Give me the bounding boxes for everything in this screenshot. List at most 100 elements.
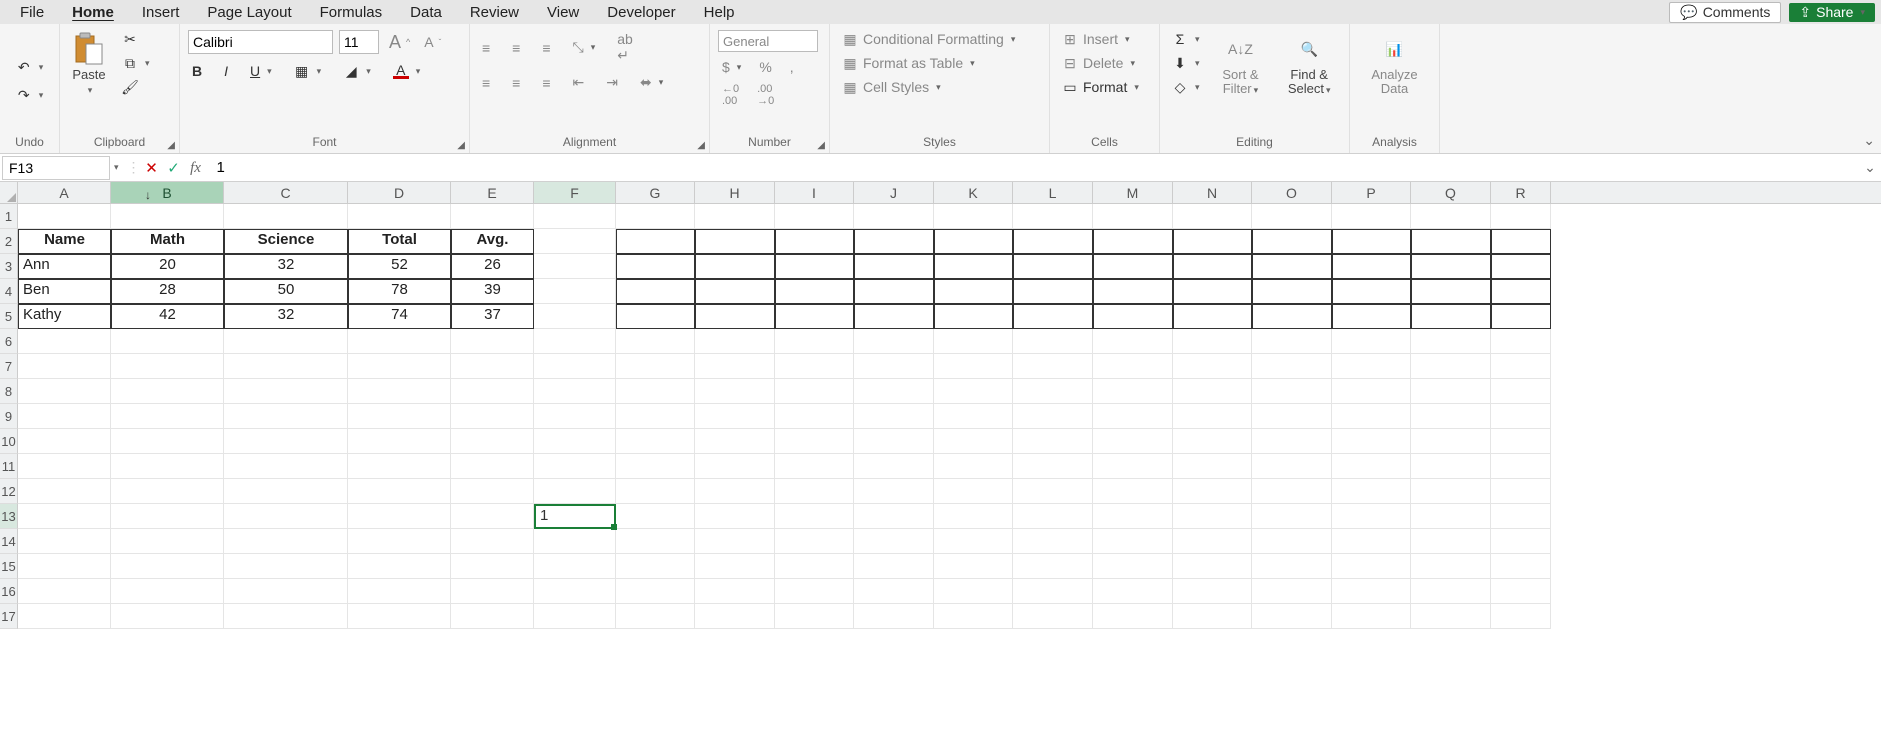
chevron-down-icon[interactable]: ▾ — [1195, 34, 1200, 45]
chevron-down-icon[interactable]: ▾ — [737, 62, 742, 73]
increase-decimal-button[interactable]: ←0.00 — [718, 82, 743, 108]
align-left-button[interactable]: ≡ — [478, 74, 494, 92]
align-right-button[interactable]: ≡ — [538, 74, 554, 92]
font-name-input[interactable] — [188, 30, 333, 54]
col-header-N[interactable]: N — [1173, 182, 1252, 203]
chevron-down-icon[interactable]: ▾ — [39, 62, 44, 73]
font-size-input[interactable] — [339, 30, 379, 54]
increase-indent-button[interactable]: ⇥ — [602, 73, 622, 92]
chevron-down-icon[interactable]: ▾ — [145, 58, 150, 69]
menu-review[interactable]: Review — [456, 2, 533, 23]
row-header-2[interactable]: 2 — [0, 229, 18, 254]
row-header-3[interactable]: 3 — [0, 254, 18, 279]
chevron-down-icon[interactable]: ▾ — [366, 66, 371, 77]
col-header-P[interactable]: P — [1332, 182, 1411, 203]
row-header-6[interactable]: 6 — [0, 329, 18, 354]
ribbon-collapse-button[interactable]: ⌄ — [1863, 132, 1875, 149]
cell-science[interactable]: 32 — [224, 254, 348, 279]
fill-color-button[interactable]: ◢▾ — [339, 62, 375, 80]
cell-name[interactable]: Ann — [18, 254, 111, 279]
decrease-indent-button[interactable]: ⇤ — [569, 73, 589, 92]
cut-button[interactable]: ✂ — [118, 30, 154, 48]
chevron-down-icon[interactable]: ▾ — [591, 42, 596, 53]
row-header-5[interactable]: 5 — [0, 304, 18, 329]
th-avg[interactable]: Avg. — [451, 229, 534, 254]
col-header-L[interactable]: L — [1013, 182, 1093, 203]
chevron-down-icon[interactable]: ▾ — [1326, 85, 1331, 95]
wrap-text-button[interactable]: ab↵ — [613, 30, 637, 65]
col-header-C[interactable]: C — [224, 182, 348, 203]
number-launcher[interactable]: ◢ — [817, 140, 825, 151]
analyze-data-button[interactable]: 📊 Analyze Data — [1358, 30, 1431, 99]
decrease-decimal-button[interactable]: .00→0 — [753, 82, 778, 108]
chevron-down-icon[interactable]: ▾ — [1125, 34, 1130, 45]
align-center-button[interactable]: ≡ — [508, 74, 524, 92]
col-header-H[interactable]: H — [695, 182, 775, 203]
undo-button[interactable]: ↶▾ — [12, 59, 48, 77]
menu-help[interactable]: Help — [690, 2, 749, 23]
row-header-17[interactable]: 17 — [0, 604, 18, 629]
chevron-down-icon[interactable]: ▾ — [1130, 58, 1135, 69]
th-total[interactable]: Total — [348, 229, 451, 254]
menu-insert[interactable]: Insert — [128, 2, 194, 23]
row-header-10[interactable]: 10 — [0, 429, 18, 454]
row-header-12[interactable]: 12 — [0, 479, 18, 504]
row-header-11[interactable]: 11 — [0, 454, 18, 479]
chevron-down-icon[interactable]: ▾ — [1254, 85, 1259, 95]
row-header-7[interactable]: 7 — [0, 354, 18, 379]
sort-filter-button[interactable]: A↓Z Sort & Filter▾ — [1212, 30, 1270, 99]
align-top-button[interactable]: ≡ — [478, 39, 494, 57]
cell-science[interactable]: 32 — [224, 304, 348, 329]
insert-cells-button[interactable]: ⊞Insert▾ — [1058, 30, 1134, 48]
merge-center-button[interactable]: ⬌▾ — [636, 73, 667, 92]
orientation-button[interactable]: ⤡▾ — [569, 38, 600, 57]
col-header-F[interactable]: F — [534, 182, 616, 203]
chevron-down-icon[interactable]: ▾ — [1195, 58, 1200, 69]
format-cells-button[interactable]: ▭Format▾ — [1058, 78, 1143, 96]
cell-styles-button[interactable]: ▦Cell Styles▾ — [838, 78, 945, 96]
chevron-down-icon[interactable]: ▾ — [39, 90, 44, 101]
menu-formulas[interactable]: Formulas — [306, 2, 397, 23]
format-painter-button[interactable]: 🖌 — [118, 78, 154, 96]
col-header-A[interactable]: A — [18, 182, 111, 203]
percent-button[interactable]: % — [755, 58, 775, 76]
cell-name[interactable]: Kathy — [18, 304, 111, 329]
decrease-font-button[interactable]: Aˇ — [420, 33, 445, 51]
col-header-I[interactable]: I — [775, 182, 854, 203]
select-all-corner[interactable] — [0, 182, 18, 203]
name-box-dropdown[interactable]: ▾ — [114, 162, 119, 173]
italic-button[interactable]: I — [220, 62, 232, 80]
underline-button[interactable]: U▾ — [246, 62, 276, 80]
paste-button[interactable]: Paste▾ — [68, 30, 110, 99]
menu-file[interactable]: File — [6, 2, 58, 23]
align-middle-button[interactable]: ≡ — [508, 39, 524, 57]
formula-input[interactable] — [207, 157, 1859, 178]
chevron-down-icon[interactable]: ▾ — [1134, 82, 1139, 93]
cell-science[interactable]: 50 — [224, 279, 348, 304]
col-header-E[interactable]: E — [451, 182, 534, 203]
copy-button[interactable]: ⧉▾ — [118, 54, 154, 72]
row-header-15[interactable]: 15 — [0, 554, 18, 579]
conditional-formatting-button[interactable]: ▦Conditional Formatting▾ — [838, 30, 1019, 48]
find-select-button[interactable]: 🔍 Find & Select▾ — [1277, 30, 1341, 99]
clipboard-launcher[interactable]: ◢ — [167, 140, 175, 151]
col-header-M[interactable]: M — [1093, 182, 1173, 203]
alignment-launcher[interactable]: ◢ — [697, 140, 705, 151]
align-bottom-button[interactable]: ≡ — [538, 39, 554, 57]
col-header-Q[interactable]: Q — [1411, 182, 1491, 203]
cell-avg[interactable]: 37 — [451, 304, 534, 329]
cancel-button[interactable]: ✕ — [141, 159, 163, 177]
font-color-button[interactable]: A▾ — [389, 62, 425, 80]
chevron-down-icon[interactable]: ▾ — [267, 66, 272, 77]
delete-cells-button[interactable]: ⊟Delete▾ — [1058, 54, 1139, 72]
col-header-D[interactable]: D — [348, 182, 451, 203]
cell-math[interactable]: 42 — [111, 304, 224, 329]
cell-avg[interactable]: 39 — [451, 279, 534, 304]
cell-avg[interactable]: 26 — [451, 254, 534, 279]
menu-page-layout[interactable]: Page Layout — [193, 2, 305, 23]
chevron-down-icon[interactable]: ▾ — [1195, 82, 1200, 93]
menu-view[interactable]: View — [533, 2, 593, 23]
fx-button[interactable]: fx — [185, 159, 207, 177]
bold-button[interactable]: B — [188, 62, 206, 80]
col-header-R[interactable]: R — [1491, 182, 1551, 203]
